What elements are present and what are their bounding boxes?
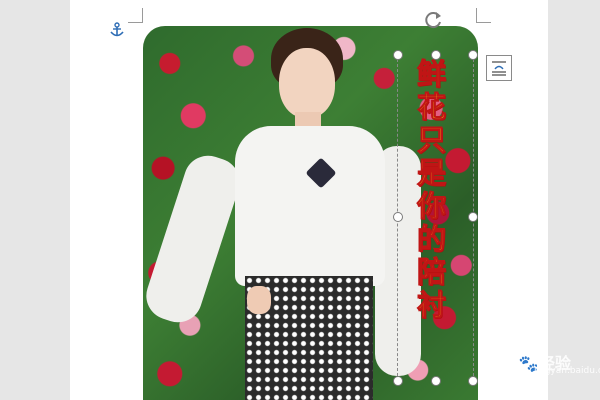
- crop-mark-top-right: [476, 8, 491, 23]
- resize-handle[interactable]: [431, 376, 441, 386]
- resize-handle[interactable]: [468, 50, 478, 60]
- baidu-watermark: Bai🐾经验 jingyan.baidu.com: [476, 336, 600, 380]
- resize-handle[interactable]: [393, 376, 403, 386]
- layout-options-icon: [492, 61, 506, 76]
- rotate-handle-icon[interactable]: [424, 10, 444, 30]
- anchor-icon[interactable]: [109, 22, 125, 38]
- photo-figure-face: [279, 48, 335, 118]
- resize-handle[interactable]: [431, 50, 441, 60]
- resize-handle[interactable]: [393, 50, 403, 60]
- watermark-subtext: jingyan.baidu.com: [534, 366, 600, 376]
- photo-figure-arm: [143, 149, 246, 329]
- photo-figure-blouse: [235, 126, 385, 286]
- crop-mark-top-left: [128, 8, 143, 23]
- resize-handle[interactable]: [393, 212, 403, 222]
- resize-handle[interactable]: [468, 212, 478, 222]
- photo-figure-hand: [247, 286, 271, 314]
- vertical-caption-text[interactable]: 鲜花只是你的陪衬: [417, 57, 447, 322]
- layout-options-button[interactable]: [486, 55, 512, 81]
